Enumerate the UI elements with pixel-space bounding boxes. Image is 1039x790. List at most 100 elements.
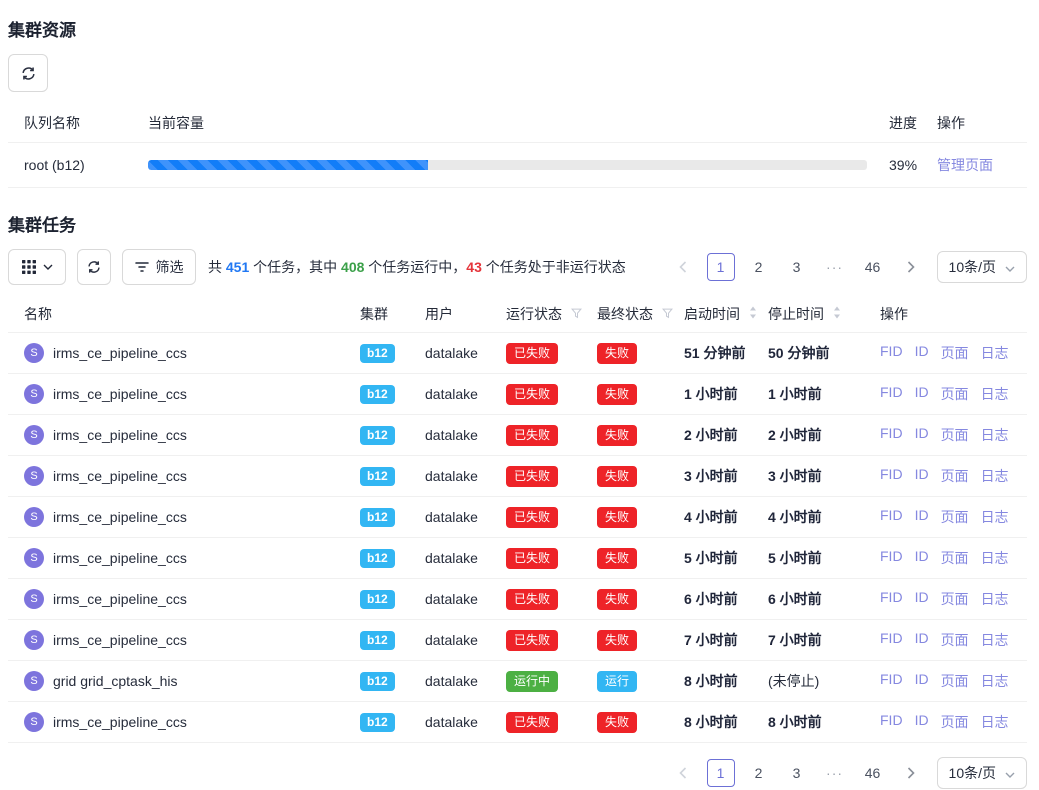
resources-refresh-button[interactable] — [8, 54, 48, 92]
pagination-bottom-row: 1 2 3 ··· 46 10条/页 — [8, 757, 1027, 789]
user-name: datalake — [425, 386, 478, 402]
action-id-link[interactable]: ID — [915, 712, 929, 732]
col-user: 用户 — [425, 304, 506, 324]
action-page-link[interactable]: 页面 — [941, 671, 969, 691]
final-status-badge: 运行 — [597, 671, 637, 692]
task-name: irms_ce_pipeline_ccs — [53, 632, 187, 648]
manage-page-link[interactable]: 管理页面 — [937, 157, 993, 173]
action-fid-link[interactable]: FID — [880, 343, 903, 363]
action-id-link[interactable]: ID — [915, 425, 929, 445]
action-id-link[interactable]: ID — [915, 548, 929, 568]
page-ellipsis[interactable]: ··· — [821, 253, 849, 281]
action-log-link[interactable]: 日志 — [981, 425, 1009, 445]
start-time: 8 小时前 — [684, 712, 768, 732]
column-settings-button[interactable] — [8, 249, 66, 285]
row-actions: FID ID 页面日志 — [880, 425, 1011, 445]
funnel-filter-icon[interactable] — [662, 306, 673, 322]
start-time: 7 小时前 — [684, 630, 768, 650]
page-button-1[interactable]: 1 — [707, 253, 735, 281]
action-page-link[interactable]: 页面 — [941, 425, 969, 445]
col-current-capacity: 当前容量 — [148, 113, 889, 133]
row-actions: FID ID 页面日志 — [880, 548, 1011, 568]
action-log-link[interactable]: 日志 — [981, 384, 1009, 404]
cluster-badge: b12 — [360, 549, 395, 568]
page-size-select[interactable]: 10条/页 — [937, 757, 1027, 789]
capacity-progress-fill — [148, 160, 428, 170]
page-button-2[interactable]: 2 — [745, 759, 773, 787]
action-log-link[interactable]: 日志 — [981, 507, 1009, 527]
tasks-table: 名称 集群 用户 运行状态 最终状态 启动时间 — [8, 295, 1027, 743]
row-actions: FID ID 页面日志 — [880, 466, 1011, 486]
action-fid-link[interactable]: FID — [880, 712, 903, 732]
page-button-3[interactable]: 3 — [783, 253, 811, 281]
col-start-time: 启动时间 — [684, 304, 768, 324]
action-log-link[interactable]: 日志 — [981, 712, 1009, 732]
cluster-badge: b12 — [360, 385, 395, 404]
start-time: 8 小时前 — [684, 671, 768, 691]
row-actions: FID ID 页面日志 — [880, 589, 1011, 609]
action-log-link[interactable]: 日志 — [981, 343, 1009, 363]
action-fid-link[interactable]: FID — [880, 507, 903, 527]
page-button-3[interactable]: 3 — [783, 759, 811, 787]
action-id-link[interactable]: ID — [915, 384, 929, 404]
prev-page-button[interactable] — [669, 253, 697, 281]
action-fid-link[interactable]: FID — [880, 671, 903, 691]
action-log-link[interactable]: 日志 — [981, 671, 1009, 691]
action-log-link[interactable]: 日志 — [981, 548, 1009, 568]
tasks-refresh-button[interactable] — [77, 249, 111, 285]
action-page-link[interactable]: 页面 — [941, 548, 969, 568]
action-page-link[interactable]: 页面 — [941, 466, 969, 486]
final-status-badge: 失败 — [597, 343, 637, 364]
action-fid-link[interactable]: FID — [880, 425, 903, 445]
page-button-2[interactable]: 2 — [745, 253, 773, 281]
next-page-button[interactable] — [897, 759, 925, 787]
row-actions: FID ID 页面日志 — [880, 630, 1011, 650]
next-page-button[interactable] — [897, 253, 925, 281]
page-size-select[interactable]: 10条/页 — [937, 251, 1027, 283]
action-fid-link[interactable]: FID — [880, 548, 903, 568]
page-button-46[interactable]: 46 — [859, 759, 887, 787]
action-log-link[interactable]: 日志 — [981, 466, 1009, 486]
prev-page-button[interactable] — [669, 759, 697, 787]
funnel-filter-icon[interactable] — [571, 306, 582, 322]
action-page-link[interactable]: 页面 — [941, 589, 969, 609]
action-page-link[interactable]: 页面 — [941, 712, 969, 732]
task-name: irms_ce_pipeline_ccs — [53, 386, 187, 402]
col-cluster: 集群 — [360, 304, 425, 324]
action-id-link[interactable]: ID — [915, 507, 929, 527]
table-row: S irms_ce_pipeline_ccs b12 datalake 已失败 … — [8, 456, 1027, 497]
action-log-link[interactable]: 日志 — [981, 589, 1009, 609]
page-size-value: 10条/页 — [949, 257, 996, 277]
action-fid-link[interactable]: FID — [880, 384, 903, 404]
page-ellipsis[interactable]: ··· — [821, 759, 849, 787]
action-id-link[interactable]: ID — [915, 589, 929, 609]
stop-time: 5 小时前 — [768, 548, 880, 568]
filter-button[interactable]: 筛选 — [122, 249, 196, 285]
row-actions: FID ID 页面日志 — [880, 507, 1011, 527]
summary-text: 个任务，其中 — [249, 259, 341, 275]
sorter-icon[interactable] — [749, 306, 757, 322]
user-name: datalake — [425, 550, 478, 566]
resources-table: 队列名称 当前容量 进度 操作 root (b12) 39% 管理页面 — [8, 103, 1027, 188]
action-fid-link[interactable]: FID — [880, 589, 903, 609]
action-fid-link[interactable]: FID — [880, 630, 903, 650]
action-page-link[interactable]: 页面 — [941, 343, 969, 363]
avatar: S — [24, 466, 44, 486]
page-button-1[interactable]: 1 — [707, 759, 735, 787]
refresh-icon — [87, 260, 101, 274]
action-id-link[interactable]: ID — [915, 466, 929, 486]
sorter-icon[interactable] — [833, 306, 841, 322]
action-page-link[interactable]: 页面 — [941, 630, 969, 650]
start-time: 5 小时前 — [684, 548, 768, 568]
page-size-value: 10条/页 — [949, 763, 996, 783]
table-row: S irms_ce_pipeline_ccs b12 datalake 已失败 … — [8, 579, 1027, 620]
action-page-link[interactable]: 页面 — [941, 384, 969, 404]
action-page-link[interactable]: 页面 — [941, 507, 969, 527]
action-id-link[interactable]: ID — [915, 630, 929, 650]
page-button-46[interactable]: 46 — [859, 253, 887, 281]
action-fid-link[interactable]: FID — [880, 466, 903, 486]
action-id-link[interactable]: ID — [915, 671, 929, 691]
action-log-link[interactable]: 日志 — [981, 630, 1009, 650]
stop-time: 1 小时前 — [768, 384, 880, 404]
action-id-link[interactable]: ID — [915, 343, 929, 363]
